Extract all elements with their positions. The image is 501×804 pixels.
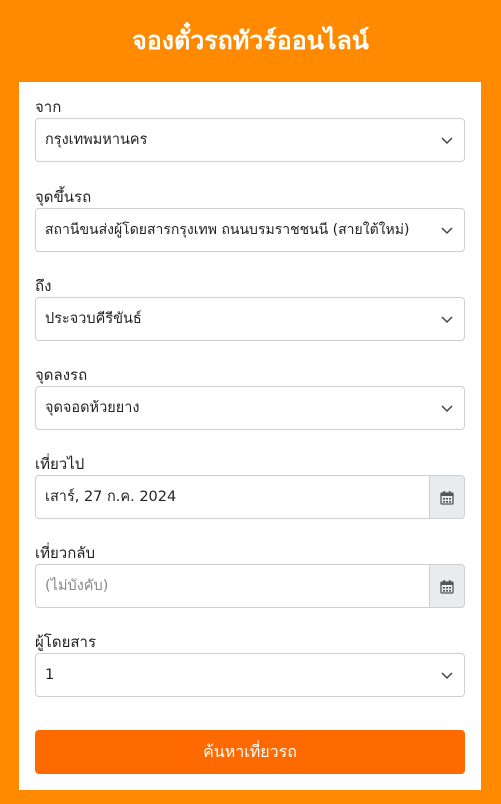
chevron-down-icon	[441, 227, 453, 235]
pickup-select-value: สถานีขนส่งผู้โดยสารกรุงเทพ ถนนบรมราชชนนี…	[45, 222, 410, 238]
calendar-icon	[440, 490, 454, 505]
depart-field: เที่ยวไป เสาร์, 27 ก.ค. 2024	[35, 453, 465, 519]
pickup-label: จุดขึ้นรถ	[35, 188, 92, 206]
dropoff-field: จุดลงรถ จุดจอดห้วยยาง	[35, 364, 465, 430]
passengers-select[interactable]: 1	[35, 653, 465, 697]
from-field: จาก กรุงเทพมหานคร	[35, 96, 465, 162]
from-select-value: กรุงเทพมหานคร	[45, 132, 148, 148]
search-trips-button[interactable]: ค้นหาเที่ยวรถ	[35, 730, 465, 774]
pickup-select[interactable]: สถานีขนส่งผู้โดยสารกรุงเทพ ถนนบรมราชชนนี…	[35, 208, 465, 252]
search-trips-button-label: ค้นหาเที่ยวรถ	[203, 741, 297, 761]
chevron-down-icon	[441, 405, 453, 413]
dropoff-select[interactable]: จุดจอดห้วยยาง	[35, 386, 465, 430]
depart-label: เที่ยวไป	[35, 455, 85, 473]
page-header: จองตั๋วรถทัวร์ออนไลน์	[0, 0, 501, 82]
return-date-placeholder: (ไม่บังคับ)	[45, 578, 109, 594]
from-label: จาก	[35, 98, 62, 116]
booking-form: จาก กรุงเทพมหานคร จุดขึ้นรถ สถานีขนส่งผู…	[19, 82, 481, 790]
depart-date-input[interactable]: เสาร์, 27 ก.ค. 2024	[35, 475, 430, 519]
return-field: เที่ยวกลับ (ไม่บังคับ)	[35, 542, 465, 608]
passengers-field: ผู้โดยสาร 1	[35, 631, 465, 697]
pickup-field: จุดขึ้นรถ สถานีขนส่งผู้โดยสารกรุงเทพ ถนน…	[35, 186, 465, 252]
return-label: เที่ยวกลับ	[35, 544, 96, 562]
calendar-icon	[440, 579, 454, 594]
to-label: ถึง	[35, 277, 52, 295]
passengers-select-value: 1	[45, 667, 55, 683]
to-field: ถึง ประจวบคีรีขันธ์	[35, 275, 465, 341]
dropoff-label: จุดลงรถ	[35, 366, 88, 384]
from-select[interactable]: กรุงเทพมหานคร	[35, 118, 465, 162]
chevron-down-icon	[441, 316, 453, 324]
to-select[interactable]: ประจวบคีรีขันธ์	[35, 297, 465, 341]
page-title: จองตั๋วรถทัวร์ออนไลน์	[132, 26, 369, 55]
to-select-value: ประจวบคีรีขันธ์	[45, 311, 142, 327]
passengers-label: ผู้โดยสาร	[35, 633, 97, 651]
chevron-down-icon	[441, 672, 453, 680]
chevron-down-icon	[441, 137, 453, 145]
return-date-input[interactable]: (ไม่บังคับ)	[35, 564, 430, 608]
return-calendar-button[interactable]	[429, 564, 465, 608]
depart-date-value: เสาร์, 27 ก.ค. 2024	[45, 489, 177, 505]
dropoff-select-value: จุดจอดห้วยยาง	[45, 400, 140, 416]
depart-calendar-button[interactable]	[429, 475, 465, 519]
